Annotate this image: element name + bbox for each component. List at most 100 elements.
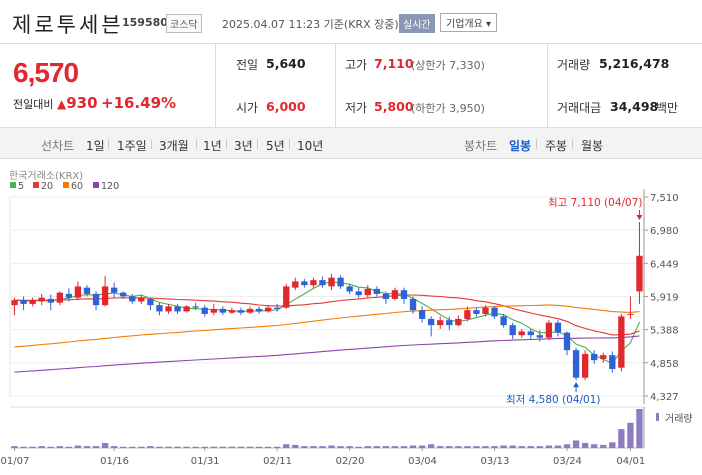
candle-body [446,320,453,326]
quote-panel: 6,570 전일대비 ▲930 +16.49% 전일 5,640 시가 6,00… [0,44,702,128]
tab-separator [196,139,197,149]
x-tick-label: 04/01 [616,456,645,467]
candle-body [364,288,371,296]
candlestick-chart[interactable]: 한국거래소(KRX) 5 20 60 120 7,5106,9806,4495,919… [0,160,702,475]
candle-body [563,332,571,351]
tab-1y[interactable]: 1년 [203,137,222,154]
candle-body [156,305,163,312]
candle-body [201,307,208,314]
legend-label: 120 [101,181,119,192]
tab-monthly[interactable]: 월봉 [581,137,603,154]
volume-bar [500,445,507,448]
change-value: 930 [66,94,98,112]
candle-body [391,290,399,299]
volume-bar [328,445,335,448]
candle-body [138,297,145,302]
candle-body [609,355,616,369]
company-overview-dropdown[interactable]: 기업개요 ▾ [440,13,497,32]
candle-body [210,308,217,313]
tab-1w[interactable]: 1주일 [117,137,147,154]
x-tick-label: 01/07 [1,456,30,467]
legend-swatch [33,182,39,188]
high-annotation: 최고 7,110 (04/07) [548,197,643,209]
volume-bar [591,444,598,448]
price-chart[interactable]: 한국거래소(KRX) 5 20 60 120 7,510 6,980 6,449 5,919… [0,160,702,475]
volume-bar [572,440,580,448]
volume-bar [346,446,353,448]
volume-value: 5,216,478 [599,56,670,71]
tab-daily[interactable]: 일봉 [509,137,531,154]
legend-swatch [10,182,16,188]
tab-3y[interactable]: 3년 [234,137,253,154]
tab-separator [289,139,290,149]
candle-body [192,306,199,308]
volume-bar [627,422,634,448]
volume-bar [255,446,263,448]
volume-bar [138,446,145,448]
volume-label: 거래량 [557,58,591,72]
tab-line-chart[interactable]: 선차트 [41,137,74,154]
volume-bar [29,446,36,448]
volume-bar [464,446,471,448]
candle-body [591,353,598,361]
candle-body [264,307,272,312]
upper-limit: (상한가 7,330) [411,59,485,72]
candle-body [255,308,263,312]
high-label: 고가 [345,58,368,72]
tab-5y[interactable]: 5년 [266,137,285,154]
realtime-button[interactable]: 실시간 [399,14,435,33]
volume-bar [74,445,82,448]
y-axis-ticks: 7,510 6,980 6,449 5,919 5,388 4,858 4,327 [643,189,679,404]
volume-bar [355,446,362,448]
price-panel: 6,570 전일대비 ▲930 +16.49% [0,44,216,128]
volume-bar [120,446,127,448]
candle-body [355,291,362,296]
volume-bar [47,446,54,448]
candle-body [47,298,54,303]
candle-body [147,298,154,306]
tab-1d[interactable]: 1일 [86,137,105,154]
open-value: 6,000 [266,99,306,114]
tab-separator [226,139,227,149]
volume-bar [636,409,643,448]
volume-bar [319,446,326,448]
y-tick-label: 7,510 [650,193,679,204]
volume-bar [237,446,245,448]
y-tick-label: 5,388 [650,326,679,337]
volume-bar [427,444,435,448]
tab-10y[interactable]: 10년 [297,137,323,154]
candle-body [283,286,290,308]
low-arrow-head [573,382,580,388]
amount-label: 거래대금 [557,101,602,115]
volume-bar [409,445,417,448]
volume-bar [482,446,489,448]
volume-bar [92,446,100,448]
candle-body [183,306,190,312]
volume-bar [246,446,254,448]
x-tick-label: 03/24 [553,456,582,467]
volume-bar [310,446,317,448]
ma-legend: 5 20 60 120 [10,181,119,192]
candle-body [418,310,426,319]
change-percent: +16.49% [101,94,177,112]
volume-bar [518,446,525,448]
volume-bar [600,444,607,448]
candle-body [636,255,643,292]
tab-candle-chart[interactable]: 봉차트 [464,137,497,154]
volume-bar [491,446,498,448]
volume-bar [174,446,181,448]
volume-bar [283,444,290,448]
candle-body [83,287,91,294]
tab-3m[interactable]: 3개월 [159,137,189,154]
y-tick-label: 4,858 [650,359,679,370]
candle-body [427,318,435,326]
tab-weekly[interactable]: 주봉 [545,137,567,154]
volume-bar [609,442,616,448]
candle-body [237,310,245,313]
candle-body [346,286,353,292]
candle-body [165,306,172,312]
volume-bar [292,444,299,448]
volume-bar [581,442,589,448]
volume-bar [364,446,371,448]
candle-body [536,335,544,338]
